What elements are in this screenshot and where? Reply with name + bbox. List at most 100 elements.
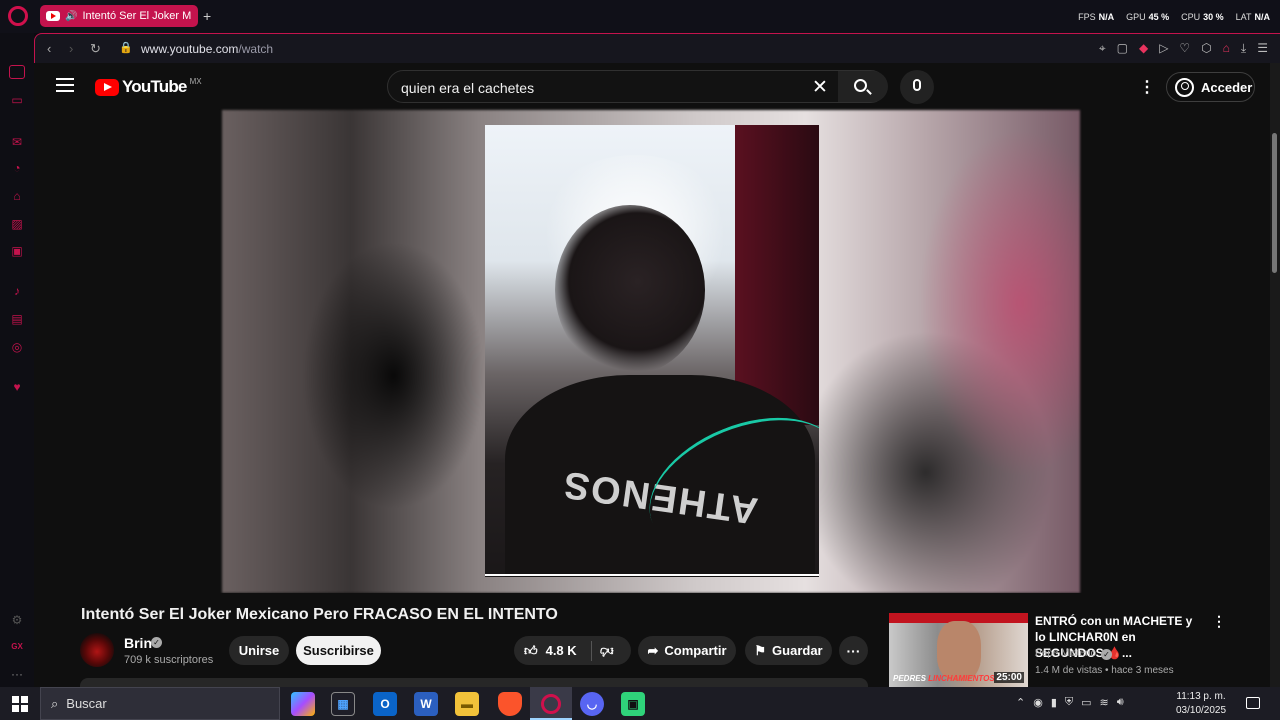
windows-taskbar: ⌕ Buscar ▦ O W ▬ ◡ ▣ ⌃ ◉ ▮ ⛨ ▭ ≋ 🔊︎ 11:1… xyxy=(0,687,1280,720)
notification-icon[interactable] xyxy=(1246,697,1260,709)
video-frame[interactable]: ATHENOS xyxy=(485,125,819,577)
volume-icon[interactable]: 🔊︎ xyxy=(1117,696,1124,709)
outlook-icon[interactable]: O xyxy=(373,692,397,716)
shield-icon[interactable]: ◆ xyxy=(1139,41,1148,56)
video-player[interactable]: ATHENOS xyxy=(34,110,1270,593)
download-icon[interactable]: ⤓ xyxy=(1241,41,1246,56)
recommendation-thumbnail[interactable]: PEDRES LINCHAMIENTOS DE 25:00 xyxy=(889,613,1028,687)
url-field[interactable]: www.youtube.com/watch xyxy=(141,42,273,56)
copilot-icon[interactable] xyxy=(291,692,315,716)
subscriber-count: 709 k suscriptores xyxy=(124,654,214,666)
account-icon xyxy=(1175,77,1194,97)
browser-top-bar: 🔊 Intentó Ser El Joker M + FPS N/A GPU 45 … xyxy=(0,0,1280,33)
forward-icon[interactable]: › xyxy=(69,41,73,56)
whatsapp-icon[interactable]: ◎ xyxy=(9,340,25,354)
menu-icon[interactable]: ☰ xyxy=(1257,41,1268,56)
clear-search-icon[interactable]: ✕ xyxy=(812,76,828,99)
usb-icon[interactable]: ▮ xyxy=(1051,696,1057,709)
search-button[interactable] xyxy=(838,71,888,102)
music-icon[interactable]: ♪ xyxy=(9,284,25,298)
bookmark-icon: ⚑ xyxy=(754,642,767,658)
taskbar-search-placeholder: Buscar xyxy=(66,696,107,711)
channel-name[interactable]: Brin xyxy=(124,635,152,651)
video-progress-bar[interactable] xyxy=(485,574,819,576)
windows-start-icon[interactable] xyxy=(12,696,28,712)
clock-time: 11:13 p. m. xyxy=(1176,691,1226,702)
taskbar-opera-active[interactable] xyxy=(530,687,572,720)
speaker-icon[interactable]: 🔊 xyxy=(65,11,77,22)
wifi-icon[interactable]: ≋ xyxy=(1100,696,1109,709)
recommendation-channel[interactable]: Pepe Misterio xyxy=(1035,648,1096,659)
page-scrollbar[interactable] xyxy=(1270,63,1280,687)
folder-icon[interactable]: ▬ xyxy=(455,692,479,716)
active-tab[interactable]: 🔊 Intentó Ser El Joker M xyxy=(40,5,198,27)
back-icon[interactable]: ‹ xyxy=(47,41,51,56)
reload-icon[interactable]: ↻ xyxy=(90,41,101,57)
heart-icon[interactable]: ♥ xyxy=(9,380,25,394)
display-icon[interactable]: ▭ xyxy=(1081,696,1091,709)
gx-icon[interactable]: GX xyxy=(9,640,25,654)
word-icon[interactable]: W xyxy=(414,692,438,716)
taskbar-clock[interactable]: 11:13 p. m. 03/10/2025 xyxy=(1176,690,1226,718)
taskbar-search[interactable]: ⌕ Buscar xyxy=(40,687,280,720)
store-icon[interactable]: ▦ xyxy=(331,692,355,716)
video-info-panel: Intentó Ser El Joker Mexicano Pero FRACA… xyxy=(34,593,1270,687)
youtube-logo[interactable]: YouTube MX xyxy=(95,77,202,97)
more-options-icon[interactable]: ⋮ xyxy=(1139,77,1155,97)
stat-value: N/A xyxy=(1254,12,1271,22)
bookmark-heart-icon[interactable]: ♡ xyxy=(1179,41,1190,56)
home-icon[interactable] xyxy=(9,65,25,79)
chevron-up-icon[interactable]: ⌃ xyxy=(1016,696,1025,709)
player-icon[interactable]: ▷ xyxy=(1159,41,1168,56)
recommendation-more-icon[interactable]: ⋮ xyxy=(1212,613,1226,630)
search-icon: ⌕ xyxy=(51,695,59,711)
description-box[interactable] xyxy=(80,678,868,687)
vpn-icon[interactable]: ⌂ xyxy=(1223,41,1230,56)
like-count[interactable]: 4.8 K xyxy=(546,643,577,658)
channel-avatar[interactable] xyxy=(80,633,114,667)
settings-icon[interactable]: ⚙ xyxy=(9,613,25,627)
mods-icon[interactable]: ▣ xyxy=(9,244,25,258)
security-icon[interactable]: ⛨ xyxy=(1065,696,1073,709)
lock-icon[interactable]: 🔒 xyxy=(119,41,133,54)
stat-value: 45 % xyxy=(1148,12,1170,22)
country-code: MX xyxy=(189,76,202,86)
snapshot-icon[interactable]: ▢ xyxy=(1117,41,1128,56)
opera-menu-icon[interactable] xyxy=(8,6,28,26)
more-icon[interactable]: ··· xyxy=(9,667,25,681)
new-tab-button[interactable]: + xyxy=(203,8,211,24)
thumb-person xyxy=(937,621,981,681)
wallpaper-icon[interactable]: ▨ xyxy=(9,217,25,231)
pin-icon[interactable]: ⌖ xyxy=(1099,41,1106,56)
video-duration: 25:00 xyxy=(994,672,1024,683)
stat-label: LAT xyxy=(1235,12,1252,22)
robot-icon[interactable]: ⌂ xyxy=(9,189,25,203)
dislike-icon[interactable]: 👍︎ xyxy=(600,643,614,659)
extensions-icon[interactable]: ⬡ xyxy=(1201,41,1211,56)
share-label: Compartir xyxy=(664,643,727,658)
subscribe-button[interactable]: Suscribirse xyxy=(296,636,381,665)
search-input[interactable]: quien era el cachetes xyxy=(401,80,534,96)
speed-icon[interactable]: ◔ xyxy=(9,161,25,175)
voice-search-button[interactable] xyxy=(900,70,934,104)
verified-icon: ✓ xyxy=(1101,649,1112,660)
sign-in-button[interactable]: Acceder xyxy=(1166,72,1255,102)
join-button[interactable]: Unirse xyxy=(229,636,289,665)
more-actions-button[interactable]: ··· xyxy=(839,636,868,665)
discord-icon[interactable]: ◡ xyxy=(580,692,604,716)
brave-icon[interactable] xyxy=(498,692,522,716)
browser-sidebar: ▭ ✉ ◔ ⌂ ▨ ▣ ♪ ▤ ◎ ♥ ⚙ GX ··· xyxy=(0,33,34,687)
stat-cpu: CPU 30 % xyxy=(1181,12,1224,22)
twitch-icon[interactable]: ▤ xyxy=(9,312,25,326)
scrollbar-thumb[interactable] xyxy=(1272,133,1277,273)
hamburger-icon[interactable] xyxy=(56,78,74,92)
mail-icon[interactable]: ✉ xyxy=(9,135,25,149)
tray-app-icon[interactable]: ◉ xyxy=(1033,696,1043,709)
app-icon[interactable]: ▣ xyxy=(621,692,645,716)
share-button[interactable]: ➦ Compartir xyxy=(638,636,736,665)
gamepad-icon[interactable]: ▭ xyxy=(9,93,25,107)
tab-title: Intentó Ser El Joker M xyxy=(82,10,192,22)
search-box[interactable]: quien era el cachetes ✕ xyxy=(387,70,888,103)
like-icon[interactable]: 👍︎ xyxy=(524,643,538,659)
save-button[interactable]: ⚑ Guardar xyxy=(745,636,832,665)
